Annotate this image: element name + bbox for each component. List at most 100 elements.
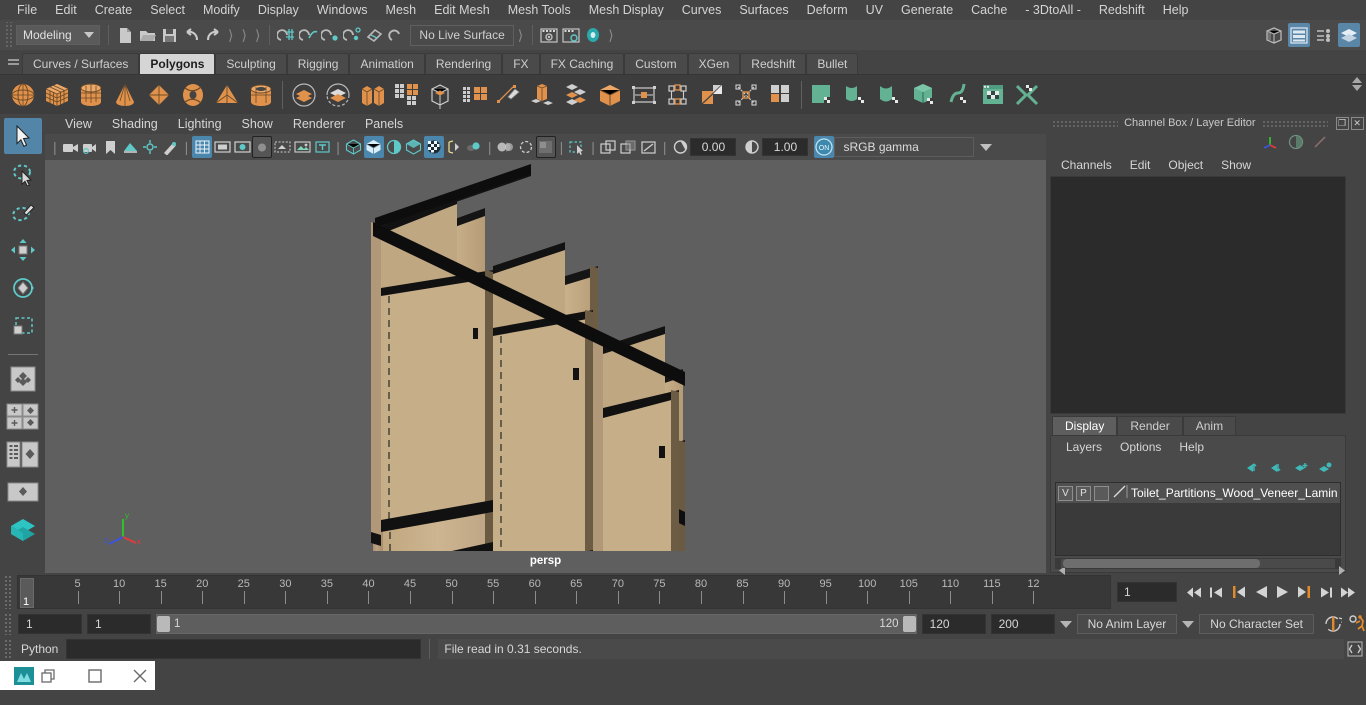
- color-management-toggle-icon[interactable]: ON: [814, 136, 835, 158]
- viewport-menu-shading[interactable]: Shading: [102, 116, 168, 132]
- panel-grip-right[interactable]: [1261, 119, 1328, 127]
- perspective-viewport[interactable]: persp y x z: [45, 160, 1046, 573]
- tab-render-layers[interactable]: Render: [1117, 416, 1183, 435]
- uv-transfer-icon[interactable]: [1010, 78, 1044, 112]
- gate-mask-icon[interactable]: [252, 136, 273, 158]
- move-tool[interactable]: [4, 232, 42, 268]
- poly-cylinder-icon[interactable]: [74, 78, 108, 112]
- viewport-menu-panels[interactable]: Panels: [355, 116, 413, 132]
- poly-pipe-icon[interactable]: [244, 78, 278, 112]
- menu-redshift[interactable]: Redshift: [1090, 1, 1154, 19]
- menu-curves[interactable]: Curves: [673, 1, 731, 19]
- channel-box-list[interactable]: [1050, 176, 1346, 414]
- poly-append-icon[interactable]: [559, 78, 593, 112]
- menu-cache[interactable]: Cache: [962, 1, 1016, 19]
- single-perspective-view-icon[interactable]: [4, 361, 42, 397]
- poly-pyramid-icon[interactable]: [210, 78, 244, 112]
- shelf-tab-curves-surfaces[interactable]: Curves / Surfaces: [22, 53, 140, 74]
- motion-blur-icon[interactable]: [496, 136, 516, 158]
- redo-icon[interactable]: [202, 23, 224, 47]
- shelf-tab-rigging[interactable]: Rigging: [286, 53, 350, 74]
- range-end-handle[interactable]: [902, 616, 916, 632]
- chevron-down-icon[interactable]: [980, 143, 993, 151]
- viewport-menu-show[interactable]: Show: [232, 116, 283, 132]
- play-backwards-icon[interactable]: [1251, 581, 1270, 603]
- time-slider-grip[interactable]: [4, 575, 13, 609]
- menu-display[interactable]: Display: [249, 1, 308, 19]
- menu-edit[interactable]: Edit: [46, 1, 86, 19]
- modeling-toolkit-icon[interactable]: [1263, 23, 1285, 47]
- step-back-frame-icon[interactable]: [1229, 581, 1248, 603]
- poly-bevel-icon[interactable]: [491, 78, 525, 112]
- menu-set-selector[interactable]: Modeling: [16, 25, 100, 45]
- range-end-field[interactable]: 120: [921, 614, 986, 634]
- make-live-icon[interactable]: [385, 23, 407, 47]
- chevron-down-icon[interactable]: [1059, 620, 1072, 628]
- scroll-track[interactable]: [1061, 559, 1335, 568]
- poly-connect-icon[interactable]: [661, 78, 695, 112]
- menu-help[interactable]: Help: [1154, 1, 1198, 19]
- layer-color-swatch-icon[interactable]: [1112, 484, 1128, 502]
- range-start-field[interactable]: 1: [87, 614, 151, 634]
- tool-settings-icon[interactable]: [1313, 23, 1335, 47]
- menu-file[interactable]: File: [8, 1, 46, 19]
- scroll-down-icon[interactable]: [1352, 85, 1362, 91]
- uv-unfold-icon[interactable]: [942, 78, 976, 112]
- poly-torus-icon[interactable]: [176, 78, 210, 112]
- poly-wedge-icon[interactable]: [593, 78, 627, 112]
- layer-playback-toggle[interactable]: P: [1076, 485, 1091, 501]
- isolate-select-icon[interactable]: [567, 136, 587, 158]
- current-time-indicator[interactable]: 1: [20, 578, 34, 608]
- shelf-menu-icon[interactable]: [4, 50, 22, 74]
- save-scene-icon[interactable]: [158, 23, 180, 47]
- xray-joints-icon[interactable]: [619, 136, 639, 158]
- layer-menu-help[interactable]: Help: [1170, 439, 1213, 455]
- menu-uv[interactable]: UV: [857, 1, 892, 19]
- toggle-speed-icon[interactable]: [1288, 134, 1304, 153]
- poly-plane-icon[interactable]: [142, 78, 176, 112]
- shelf-tab-xgen[interactable]: XGen: [687, 53, 741, 74]
- menu-mesh[interactable]: Mesh: [377, 1, 426, 19]
- smooth-shade-icon[interactable]: [363, 136, 384, 158]
- poly-smooth-icon[interactable]: [423, 78, 457, 112]
- snap-to-grid-icon[interactable]: [275, 23, 297, 47]
- character-set-select[interactable]: No Character Set: [1199, 614, 1314, 634]
- poly-sphere-icon[interactable]: [6, 78, 40, 112]
- layer-visibility-toggle[interactable]: V: [1058, 485, 1073, 501]
- layer-menu-layers[interactable]: Layers: [1057, 439, 1111, 455]
- poly-duplicate-face-icon[interactable]: [627, 78, 661, 112]
- depth-of-field-icon[interactable]: [535, 136, 556, 158]
- undo-icon[interactable]: [180, 23, 202, 47]
- play-forwards-icon[interactable]: [1273, 581, 1292, 603]
- close-panel-icon[interactable]: ✕: [1350, 116, 1364, 130]
- layer-menu-options[interactable]: Options: [1111, 439, 1170, 455]
- poly-extrude-icon[interactable]: [457, 78, 491, 112]
- image-plane-icon[interactable]: [121, 136, 141, 158]
- viewport-menu-renderer[interactable]: Renderer: [283, 116, 355, 132]
- menu-mesh-display[interactable]: Mesh Display: [580, 1, 673, 19]
- menu-deform[interactable]: Deform: [798, 1, 857, 19]
- hud-icon[interactable]: [312, 136, 332, 158]
- menu-mesh-tools[interactable]: Mesh Tools: [499, 1, 580, 19]
- go-to-start-icon[interactable]: [1185, 581, 1204, 603]
- exposure-value-field[interactable]: 0.00: [690, 138, 737, 156]
- hypershade-icon[interactable]: [582, 23, 604, 47]
- poly-multicut-icon[interactable]: [695, 78, 729, 112]
- resolution-gate-icon[interactable]: [232, 136, 252, 158]
- persp-graph-layout-icon[interactable]: [4, 475, 42, 511]
- maximize-icon[interactable]: [80, 661, 110, 690]
- film-gate-icon[interactable]: [212, 136, 232, 158]
- lights-icon[interactable]: [423, 136, 444, 158]
- poly-separate-icon[interactable]: [389, 78, 423, 112]
- select-camera-icon[interactable]: [61, 136, 81, 158]
- maya-app-icon[interactable]: [14, 666, 34, 686]
- script-editor-icon[interactable]: [1344, 638, 1366, 660]
- select-tool[interactable]: [3, 118, 42, 154]
- new-layer-from-selection-icon[interactable]: [1317, 461, 1333, 477]
- xray-icon[interactable]: [599, 136, 619, 158]
- uv-layout-icon[interactable]: [976, 78, 1010, 112]
- command-language-label[interactable]: Python: [13, 642, 66, 656]
- channel-menu-object[interactable]: Object: [1159, 157, 1212, 173]
- channel-menu-channels[interactable]: Channels: [1052, 157, 1121, 173]
- shelf-tab-bullet[interactable]: Bullet: [806, 53, 859, 74]
